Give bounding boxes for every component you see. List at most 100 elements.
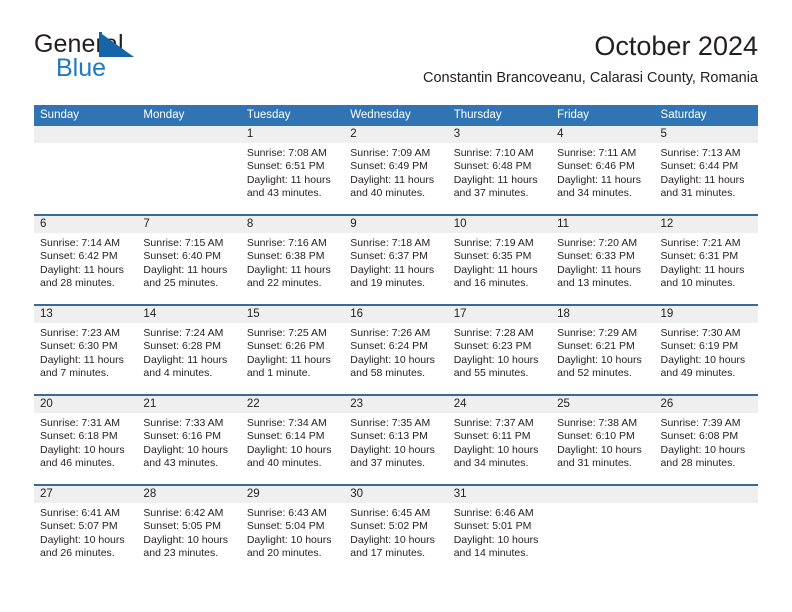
day-info: Sunrise: 7:08 AM Sunset: 6:51 PM Daylight:… — [241, 143, 344, 201]
daylight-text: Daylight: 10 hours and 49 minutes. — [660, 353, 746, 380]
daylight-text: Daylight: 11 hours and 19 minutes. — [350, 263, 435, 290]
sunset-text: Sunset: 6:16 PM — [143, 430, 222, 443]
day-info: Sunrise: 7:21 AM Sunset: 6:31 PM Daylight:… — [655, 233, 758, 291]
sunset-text: Sunset: 6:14 PM — [246, 430, 325, 443]
day-cell[interactable]: 1 Sunrise: 7:08 AM Sunset: 6:51 PM Daylight… — [240, 126, 345, 214]
daylight-text: Daylight: 11 hours and 4 minutes. — [143, 353, 228, 380]
sunrise-text: Sunrise: 7:28 AM — [453, 327, 534, 339]
day-cell[interactable]: 31 Sunrise: 6:46 AM Sunset: 5:01 PM Dayligh… — [447, 486, 552, 574]
day-info: Sunrise: 7:23 AM Sunset: 6:30 PM Daylight:… — [34, 323, 137, 381]
day-cell[interactable]: 24 Sunrise: 7:37 AM Sunset: 6:11 PM Dayligh… — [447, 396, 552, 484]
day-info: Sunrise: 7:18 AM Sunset: 6:37 PM Daylight:… — [344, 233, 447, 291]
day-cell[interactable]: 3 Sunrise: 7:10 AM Sunset: 6:48 PM Daylight… — [447, 126, 552, 214]
day-info: Sunrise: 7:37 AM Sunset: 6:11 PM Daylight:… — [448, 413, 551, 471]
sunrise-text: Sunrise: 7:14 AM — [40, 237, 120, 249]
day-info: Sunrise: 7:34 AM Sunset: 6:14 PM Daylight:… — [241, 413, 344, 471]
sunset-text: Sunset: 6:21 PM — [557, 340, 635, 353]
weekday-header-row: Sunday Monday Tuesday Wednesday Thursday Frid… — [34, 105, 758, 126]
weekday-header-monday: Monday — [143, 109, 185, 121]
daylight-text: Daylight: 10 hours and 28 minutes. — [660, 443, 746, 470]
day-info: Sunrise: 7:15 AM Sunset: 6:40 PM Daylight:… — [137, 233, 240, 291]
day-number: 5 — [654, 126, 758, 143]
day-cell[interactable]: 23 Sunrise: 7:35 AM Sunset: 6:13 PM Dayligh… — [344, 396, 448, 484]
day-info: Sunrise: 7:39 AM Sunset: 6:08 PM Daylight:… — [655, 413, 758, 471]
sunset-text: Sunset: 6:46 PM — [557, 160, 635, 173]
sunrise-text: Sunrise: 7:23 AM — [40, 327, 120, 339]
weekday-header-wednesday: Wednesday — [350, 109, 411, 121]
day-cell[interactable]: 13 Sunrise: 7:23 AM Sunset: 6:30 PM Dayligh… — [34, 306, 138, 394]
daylight-text: Daylight: 10 hours and 37 minutes. — [350, 443, 435, 470]
day-number: 12 — [654, 216, 758, 233]
day-number: 16 — [344, 306, 448, 323]
day-cell[interactable]: 12 Sunrise: 7:21 AM Sunset: 6:31 PM Dayligh… — [654, 216, 758, 304]
day-number: 7 — [137, 216, 241, 233]
general-blue-logo[interactable]: General Blue — [34, 30, 234, 86]
sunset-text: Sunset: 6:11 PM — [453, 430, 531, 443]
day-cell[interactable]: 29 Sunrise: 6:43 AM Sunset: 5:04 PM Dayligh… — [240, 486, 345, 574]
sunset-text: Sunset: 6:48 PM — [453, 160, 532, 173]
day-cell[interactable]: 9 Sunrise: 7:18 AM Sunset: 6:37 PM Daylight… — [344, 216, 448, 304]
day-cell[interactable]: 19 Sunrise: 7:30 AM Sunset: 6:19 PM Dayligh… — [654, 306, 758, 394]
sunrise-text: Sunrise: 7:18 AM — [350, 237, 431, 249]
day-cell[interactable]: 14 Sunrise: 7:24 AM Sunset: 6:28 PM Dayligh… — [137, 306, 241, 394]
day-number: 8 — [240, 216, 345, 233]
day-cell[interactable]: 15 Sunrise: 7:25 AM Sunset: 6:26 PM Dayligh… — [240, 306, 345, 394]
day-cell[interactable]: 6 Sunrise: 7:14 AM Sunset: 6:42 PM Daylight… — [34, 216, 138, 304]
sunset-text: Sunset: 5:05 PM — [143, 520, 222, 533]
sunrise-text: Sunrise: 7:19 AM — [453, 237, 534, 249]
weekday-header-friday: Friday — [557, 109, 590, 121]
weekday-header-thursday: Thursday — [453, 109, 502, 121]
day-cell[interactable]: 11 Sunrise: 7:20 AM Sunset: 6:33 PM Dayligh… — [551, 216, 655, 304]
day-cell[interactable]: 28 Sunrise: 6:42 AM Sunset: 5:05 PM Dayligh… — [137, 486, 241, 574]
day-info: Sunrise: 7:16 AM Sunset: 6:38 PM Daylight:… — [241, 233, 344, 291]
day-number: 14 — [137, 306, 241, 323]
page-title: October 2024 — [594, 31, 758, 61]
day-cell[interactable]: 2 Sunrise: 7:09 AM Sunset: 6:49 PM Daylight… — [344, 126, 448, 214]
day-cell[interactable]: 25 Sunrise: 7:38 AM Sunset: 6:10 PM Dayligh… — [551, 396, 655, 484]
daylight-text: Daylight: 11 hours and 28 minutes. — [40, 263, 124, 290]
day-number: 17 — [447, 306, 552, 323]
sunrise-text: Sunrise: 7:31 AM — [40, 417, 120, 429]
sunset-text: Sunset: 5:04 PM — [246, 520, 325, 533]
day-cell[interactable]: 4 Sunrise: 7:11 AM Sunset: 6:46 PM Daylight… — [551, 126, 655, 214]
day-cell[interactable]: 7 Sunrise: 7:15 AM Sunset: 6:40 PM Daylight… — [137, 216, 241, 304]
day-cell[interactable]: 26 Sunrise: 7:39 AM Sunset: 6:08 PM Dayligh… — [654, 396, 758, 484]
day-info: Sunrise: 7:11 AM Sunset: 6:46 PM Daylight:… — [551, 143, 654, 201]
day-number — [551, 486, 655, 503]
day-cell[interactable]: 22 Sunrise: 7:34 AM Sunset: 6:14 PM Dayligh… — [240, 396, 345, 484]
daylight-text: Daylight: 11 hours and 37 minutes. — [453, 173, 538, 200]
weekday-header-sunday: Sunday — [40, 109, 80, 121]
daylight-text: Daylight: 10 hours and 58 minutes. — [350, 353, 435, 380]
day-cell[interactable]: 27 Sunrise: 6:41 AM Sunset: 5:07 PM Dayligh… — [34, 486, 138, 574]
day-cell[interactable]: 5 Sunrise: 7:13 AM Sunset: 6:44 PM Daylight… — [654, 126, 758, 214]
day-number: 30 — [344, 486, 448, 503]
day-info: Sunrise: 7:26 AM Sunset: 6:24 PM Daylight:… — [344, 323, 447, 381]
day-cell[interactable]: 8 Sunrise: 7:16 AM Sunset: 6:38 PM Daylight… — [240, 216, 345, 304]
sunset-text: Sunset: 6:38 PM — [246, 250, 325, 263]
daylight-text: Daylight: 10 hours and 31 minutes. — [557, 443, 642, 470]
day-info: Sunrise: 7:09 AM Sunset: 6:49 PM Daylight:… — [344, 143, 447, 201]
day-number: 29 — [240, 486, 345, 503]
sunset-text: Sunset: 5:01 PM — [453, 520, 532, 533]
sunrise-text: Sunrise: 6:45 AM — [350, 507, 431, 519]
sunrise-text: Sunrise: 6:41 AM — [40, 507, 120, 519]
day-cell[interactable]: 30 Sunrise: 6:45 AM Sunset: 5:02 PM Dayligh… — [344, 486, 448, 574]
day-cell[interactable]: 17 Sunrise: 7:28 AM Sunset: 6:23 PM Dayligh… — [447, 306, 552, 394]
day-cell[interactable]: 20 Sunrise: 7:31 AM Sunset: 6:18 PM Dayligh… — [34, 396, 138, 484]
day-number: 6 — [34, 216, 138, 233]
day-info: Sunrise: 7:31 AM Sunset: 6:18 PM Daylight:… — [34, 413, 137, 471]
day-cell[interactable]: 18 Sunrise: 7:29 AM Sunset: 6:21 PM Dayligh… — [551, 306, 655, 394]
day-info: Sunrise: 7:25 AM Sunset: 6:26 PM Daylight:… — [241, 323, 344, 381]
daylight-text: Daylight: 11 hours and 34 minutes. — [557, 173, 641, 200]
weekday-header-tuesday: Tuesday — [246, 109, 291, 121]
week-row: 20 Sunrise: 7:31 AM Sunset: 6:18 PM Dayligh… — [34, 394, 758, 484]
day-cell[interactable]: 10 Sunrise: 7:19 AM Sunset: 6:35 PM Dayligh… — [447, 216, 552, 304]
day-info: Sunrise: 6:45 AM Sunset: 5:02 PM Daylight:… — [344, 503, 447, 561]
sunrise-text: Sunrise: 7:24 AM — [143, 327, 224, 339]
day-info: Sunrise: 7:29 AM Sunset: 6:21 PM Daylight:… — [551, 323, 654, 381]
day-number: 23 — [344, 396, 448, 413]
day-cell[interactable]: 16 Sunrise: 7:26 AM Sunset: 6:24 PM Dayligh… — [344, 306, 448, 394]
day-cell[interactable]: 21 Sunrise: 7:33 AM Sunset: 6:16 PM Dayligh… — [137, 396, 241, 484]
daylight-text: Daylight: 11 hours and 40 minutes. — [350, 173, 435, 200]
sunrise-text: Sunrise: 7:13 AM — [660, 147, 741, 159]
